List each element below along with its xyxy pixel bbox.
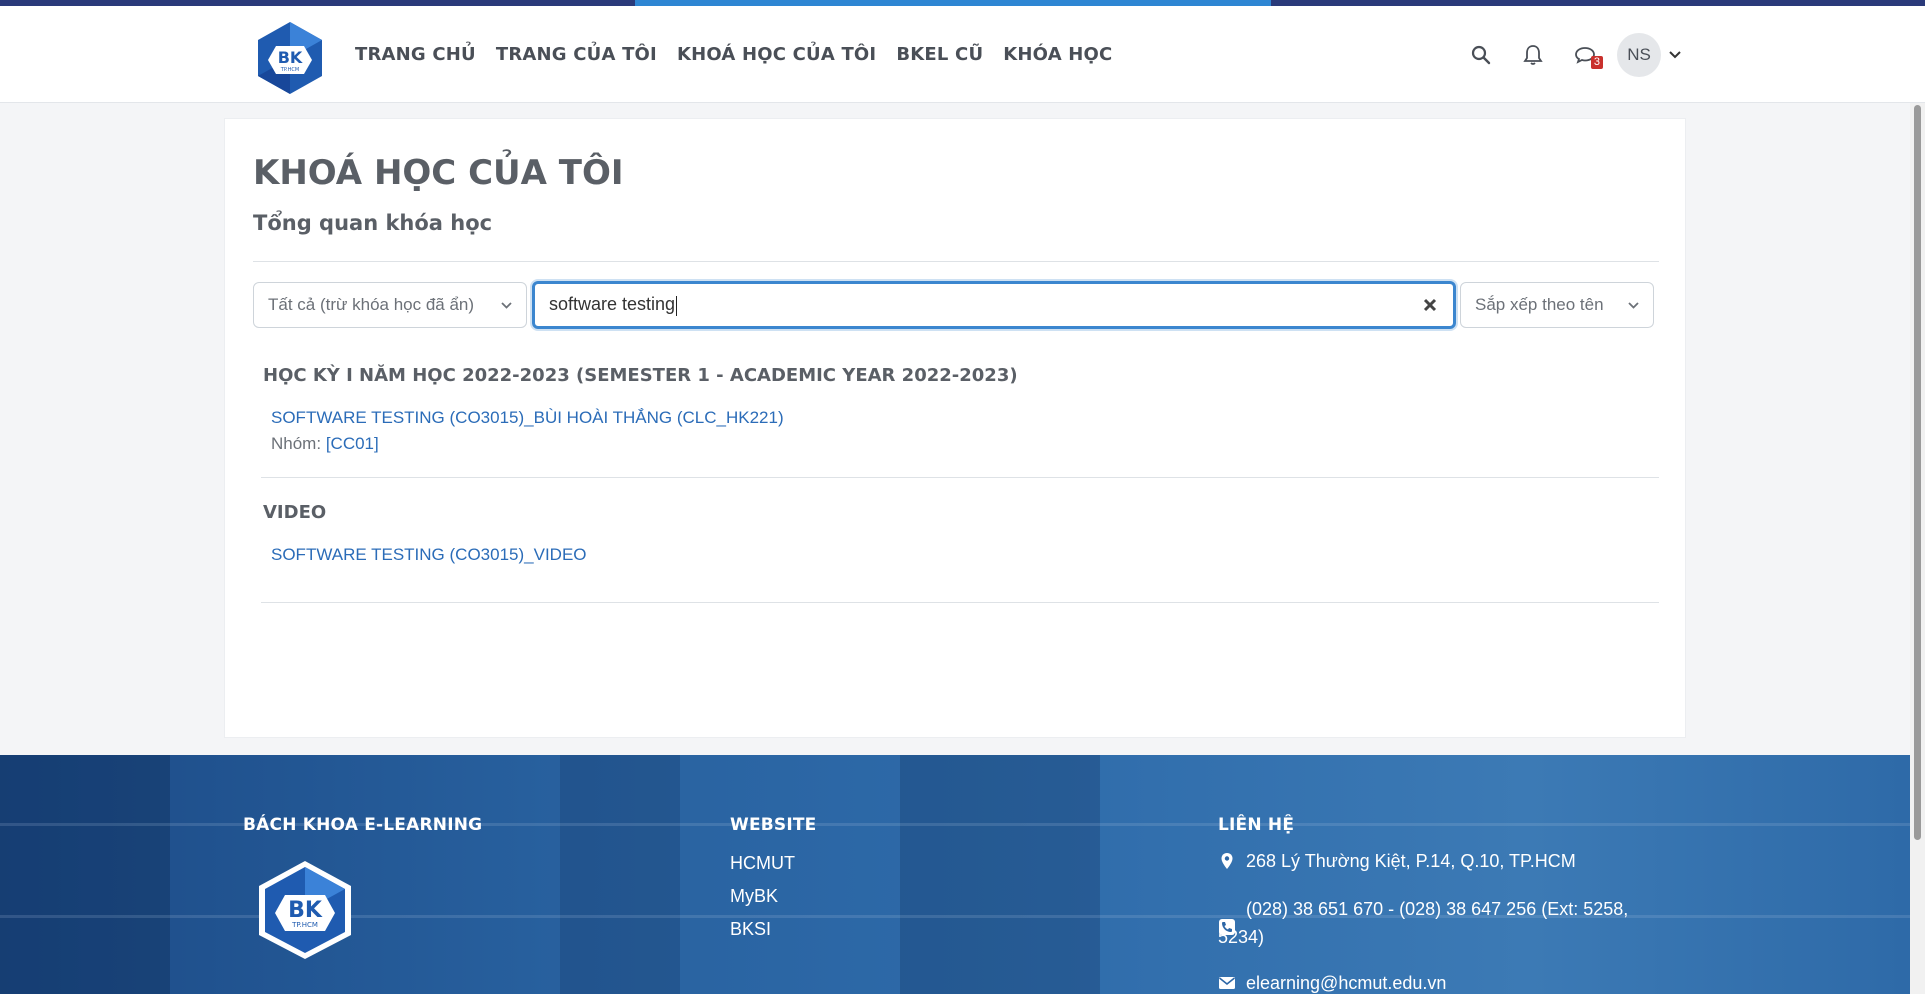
chevron-down-icon xyxy=(1628,301,1639,309)
course-group-semester: HỌC KỲ I NĂM HỌC 2022-2023 (SEMESTER 1 -… xyxy=(263,365,1661,454)
sort-dropdown-value: Sắp xếp theo tên xyxy=(1475,295,1604,314)
footer-brand: BÁCH KHOA E-LEARNING BK TP.HCM xyxy=(243,815,482,966)
group-separator xyxy=(261,602,1659,603)
course-group-link[interactable]: [CC01] xyxy=(326,434,379,453)
footer-background-shelf xyxy=(0,755,170,994)
course-group-video: VIDEO SOFTWARE TESTING (CO3015)_VIDEO xyxy=(263,502,1661,565)
grouping-dropdown-value: Tất cả (trừ khóa học đã ẩn) xyxy=(268,295,475,314)
footer-phone-text: (028) 38 651 670 - (028) 38 647 256 (Ext… xyxy=(1218,899,1629,947)
navbar-actions: 3 NS xyxy=(1441,6,1681,103)
nav-link-my-page[interactable]: TRANG CỦA TÔI xyxy=(496,44,657,65)
search-input-value: software testing xyxy=(549,294,676,315)
footer-link-bksi[interactable]: BKSI xyxy=(730,919,817,940)
footer-phone: (028) 38 651 670 - (028) 38 647 256 (Ext… xyxy=(1218,895,1658,951)
footer-brand-heading: BÁCH KHOA E-LEARNING xyxy=(243,815,483,835)
footer-link-hcmut[interactable]: HCMUT xyxy=(730,853,817,874)
footer-email[interactable]: elearning@hcmut.edu.vn xyxy=(1218,969,1658,994)
page-title: KHOÁ HỌC CỦA TÔI xyxy=(253,153,624,193)
nav-link-home[interactable]: TRANG CHỦ xyxy=(355,44,476,65)
phone-icon xyxy=(1219,919,1235,935)
course-group-title: VIDEO xyxy=(263,502,327,523)
site-logo[interactable]: BK TP.HCM xyxy=(254,20,326,96)
nav-link-my-courses[interactable]: KHOÁ HỌC CỦA TÔI xyxy=(677,44,876,65)
course-group-meta: Nhóm: [CC01] xyxy=(271,434,1661,454)
footer-address: 268 Lý Thường Kiệt, P.14, Q.10, TP.HCM xyxy=(1218,847,1658,875)
message-count-badge: 3 xyxy=(1590,55,1603,69)
footer-contact-heading: LIÊN HỆ xyxy=(1218,815,1295,835)
main-nav: TRANG CHỦ TRANG CỦA TÔI KHOÁ HỌC CỦA TÔI… xyxy=(355,6,1132,103)
clear-search-icon[interactable] xyxy=(1421,296,1439,314)
nav-link-courses[interactable]: KHÓA HỌC xyxy=(1003,44,1112,65)
chevron-down-icon[interactable] xyxy=(1669,46,1681,64)
course-link[interactable]: SOFTWARE TESTING (CO3015)_VIDEO xyxy=(271,545,587,564)
nav-link-old-bkel[interactable]: BKEL CŨ xyxy=(896,44,983,65)
site-footer: BÁCH KHOA E-LEARNING BK TP.HCM WEBSITE H… xyxy=(0,755,1910,994)
grouping-dropdown[interactable]: Tất cả (trừ khóa học đã ẩn) xyxy=(253,282,527,328)
chevron-down-icon xyxy=(501,301,512,309)
footer-background-shelf xyxy=(900,755,1100,994)
sort-dropdown[interactable]: Sắp xếp theo tên xyxy=(1460,282,1654,328)
group-separator xyxy=(261,477,1659,478)
course-link[interactable]: SOFTWARE TESTING (CO3015)_BÙI HOÀI THẮNG… xyxy=(271,408,784,427)
bell-icon[interactable] xyxy=(1521,43,1545,67)
svg-text:TP.HCM: TP.HCM xyxy=(280,67,299,73)
footer-link-mybk[interactable]: MyBK xyxy=(730,886,817,907)
svg-text:BK: BK xyxy=(278,48,303,67)
footer-logo: BK TP.HCM xyxy=(255,859,482,966)
search-icon[interactable] xyxy=(1469,43,1493,67)
footer-email-text: elearning@hcmut.edu.vn xyxy=(1246,973,1447,993)
footer-website: WEBSITE HCMUT MyBK BKSI xyxy=(730,815,817,940)
envelope-icon xyxy=(1219,977,1235,989)
section-subtitle: Tổng quan khóa học xyxy=(253,211,493,235)
text-caret xyxy=(676,295,678,316)
course-search-input[interactable]: software testing xyxy=(532,281,1456,329)
course-group-title: HỌC KỲ I NĂM HỌC 2022-2023 (SEMESTER 1 -… xyxy=(263,365,1018,386)
scrollbar-thumb[interactable] xyxy=(1914,105,1921,840)
footer-address-text: 268 Lý Thường Kiệt, P.14, Q.10, TP.HCM xyxy=(1246,851,1576,871)
course-overview-card: KHOÁ HỌC CỦA TÔI Tổng quan khóa học Tất … xyxy=(224,118,1686,738)
avatar[interactable]: NS xyxy=(1617,32,1661,77)
chat-icon[interactable]: 3 xyxy=(1573,43,1603,69)
divider xyxy=(253,261,1659,262)
svg-text:TP.HCM: TP.HCM xyxy=(291,921,318,929)
footer-website-heading: WEBSITE xyxy=(730,815,817,835)
map-marker-icon xyxy=(1221,853,1233,869)
svg-text:BK: BK xyxy=(288,898,323,923)
course-group-label: Nhóm: xyxy=(271,434,322,453)
top-navbar: BK TP.HCM TRANG CHỦ TRANG CỦA TÔI KHOÁ H… xyxy=(0,6,1925,103)
page-scrollbar[interactable] xyxy=(1910,103,1925,994)
footer-contact: LIÊN HỆ 268 Lý Thường Kiệt, P.14, Q.10, … xyxy=(1218,815,1658,994)
footer-background-shelf xyxy=(560,755,680,994)
